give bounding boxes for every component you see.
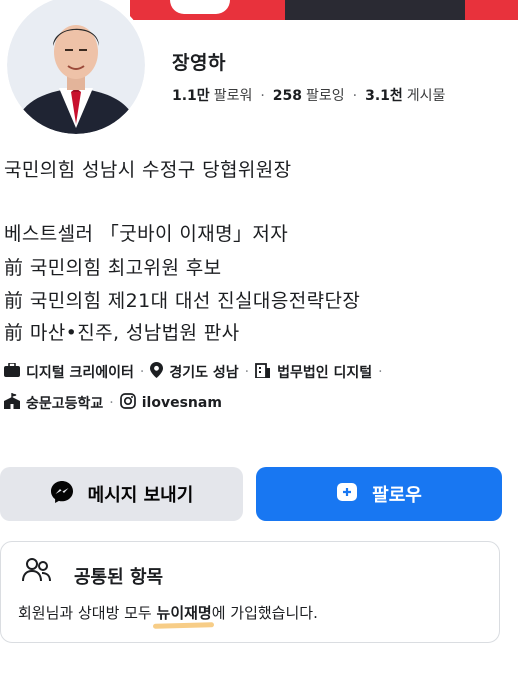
common-items-title: 공통된 항목 <box>74 567 164 588</box>
bio-line: 前 국민의힘 제21대 대선 진실대응전략단장 <box>4 290 361 312</box>
profile-stats: 1.1만 팔로워 · 258 팔로잉 · 3.1천 게시물 <box>172 88 446 104</box>
group-link[interactable]: 뉴이재명 <box>157 604 212 622</box>
bio-line: 국민의힘 성남시 수정구 당협위원장 <box>4 159 292 181</box>
follow-button[interactable]: 팔로우 <box>256 467 502 521</box>
profile-details-row-1: 디지털 크리에이터 · 경기도 성남 · 법무법인 디지털 · <box>4 362 389 382</box>
messenger-icon <box>50 480 74 509</box>
posts-stat[interactable]: 3.1천 게시물 <box>365 88 445 104</box>
message-button-label: 메시지 보내기 <box>87 485 194 506</box>
briefcase-icon <box>4 362 20 381</box>
instagram-handle[interactable]: ilovesnam <box>142 395 222 411</box>
building-icon <box>255 362 271 382</box>
follow-button-label: 팔로우 <box>372 485 422 506</box>
profile-name: 장영하 <box>172 52 226 74</box>
location-text[interactable]: 경기도 성남 <box>169 362 238 382</box>
follow-add-icon <box>336 481 358 508</box>
bio-line: 前 마산•진주, 성남법원 판사 <box>4 322 240 344</box>
avatar[interactable] <box>3 0 149 138</box>
workplace-text[interactable]: 법무법인 디지털 <box>277 362 372 382</box>
bio-line: 前 국민의힘 최고위원 후보 <box>4 257 222 279</box>
school-text[interactable]: 숭문고등학교 <box>26 393 103 413</box>
followers-stat[interactable]: 1.1만 팔로워 <box>172 88 252 104</box>
category-text: 디지털 크리에이터 <box>26 365 134 381</box>
following-stat[interactable]: 258 팔로잉 <box>273 88 345 104</box>
message-button[interactable]: 메시지 보내기 <box>0 467 243 521</box>
bio-line: 베스트셀러 「굿바이 이재명」저자 <box>4 223 289 245</box>
common-items-text: 회원님과 상대방 모두 뉴이재명에 가입했습니다. <box>18 604 318 622</box>
instagram-icon <box>119 393 136 413</box>
people-icon <box>22 557 52 587</box>
school-icon <box>4 393 20 413</box>
profile-details-row-2: 숭문고등학교 · ilovesnam <box>4 393 222 413</box>
common-items-card <box>0 541 500 643</box>
location-pin-icon <box>150 362 164 382</box>
